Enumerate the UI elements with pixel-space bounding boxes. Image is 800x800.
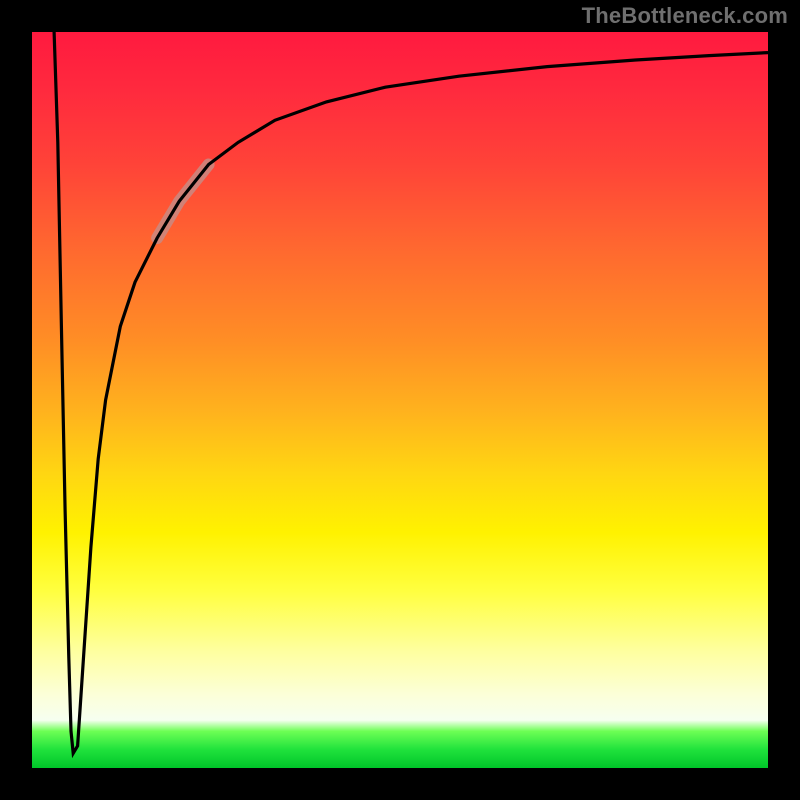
watermark-text: TheBottleneck.com <box>582 3 788 29</box>
plot-area <box>32 32 768 768</box>
chart-frame: TheBottleneck.com <box>0 0 800 800</box>
curve-layer <box>32 32 768 768</box>
bottleneck-curve <box>54 32 768 753</box>
